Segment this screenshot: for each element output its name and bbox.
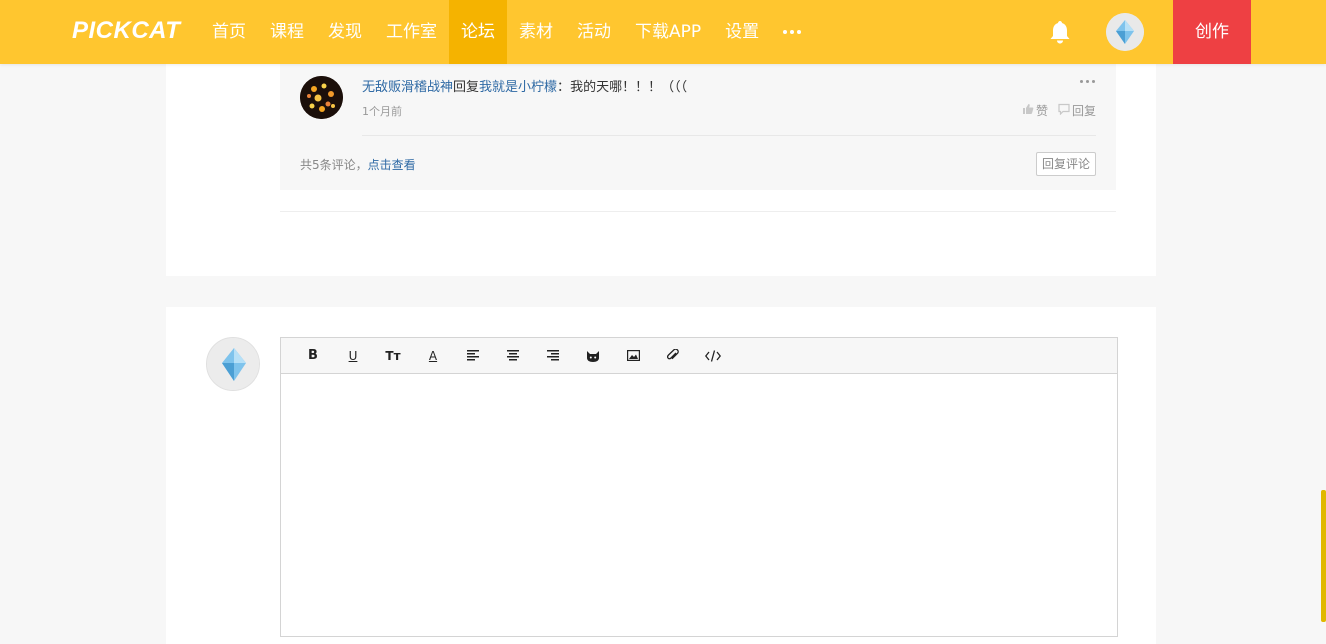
nav-item-studio[interactable]: 工作室 (374, 0, 449, 64)
nav-item-home[interactable]: 首页 (200, 0, 258, 64)
attachment-icon[interactable] (653, 338, 693, 374)
comment-editor-panel: B U Tт A (166, 307, 1156, 644)
cat-emoji-icon[interactable] (573, 338, 613, 374)
nav-item-discover[interactable]: 发现 (316, 0, 374, 64)
code-icon[interactable] (693, 338, 733, 374)
editor-toolbar: B U Tт A (281, 338, 1117, 374)
reply-actions: 赞 回复 (1022, 102, 1096, 119)
top-navigation-bar: PICKCAT 首页 课程 发现 工作室 论坛 素材 活动 下载APP 设置 创… (0, 0, 1326, 64)
reply-content-line: 无敌贩滑稽战神回复我就是小柠檬：我的天哪！！！（（（ (362, 76, 687, 95)
page-scrollbar-thumb[interactable] (1321, 490, 1326, 622)
user-avatar[interactable] (1106, 13, 1144, 51)
bold-icon[interactable]: B (293, 338, 333, 374)
notification-bell-icon[interactable] (1046, 18, 1074, 46)
reply-more-icon[interactable] (1078, 80, 1096, 83)
reply-comment-button[interactable]: 回复评论 (1036, 152, 1096, 176)
comment-count: 共5条评论，点击查看 (300, 156, 416, 173)
nav-item-forum[interactable]: 论坛 (449, 0, 507, 64)
underline-icon[interactable]: U (333, 338, 373, 374)
font-color-icon[interactable]: A (413, 338, 453, 374)
reply-author-avatar[interactable] (300, 76, 343, 119)
create-button[interactable]: 创作 (1173, 0, 1251, 64)
nav-item-download-app[interactable]: 下载APP (623, 0, 713, 64)
like-button[interactable]: 赞 (1022, 102, 1048, 119)
nav-item-courses[interactable]: 课程 (258, 0, 316, 64)
main-nav: 首页 课程 发现 工作室 论坛 素材 活动 下载APP 设置 (200, 0, 812, 64)
editor-text-area[interactable] (281, 374, 1117, 636)
nav-item-materials[interactable]: 素材 (507, 0, 565, 64)
reply-timestamp: 1个月前 (362, 105, 402, 118)
reply-divider (362, 135, 1096, 136)
align-right-icon[interactable] (533, 338, 573, 374)
current-user-avatar (206, 337, 260, 391)
align-center-icon[interactable] (493, 338, 533, 374)
view-all-comments-link[interactable]: 点击查看 (368, 158, 416, 172)
nav-item-settings[interactable]: 设置 (713, 0, 771, 64)
section-divider (280, 211, 1116, 212)
rich-text-editor: B U Tт A (280, 337, 1118, 637)
comment-count-text: 共5条评论， (300, 158, 368, 172)
reply-button[interactable]: 回复 (1058, 102, 1096, 119)
reply-colon: ： (557, 80, 571, 95)
pickcat-logo[interactable]: PICKCAT (72, 17, 180, 45)
thumbs-up-icon (1022, 103, 1034, 118)
reply-thread: 无敌贩滑稽战神回复我就是小柠檬：我的天哪！！！（（（ 1个月前 赞 回复 共5条… (280, 56, 1116, 190)
more-icon[interactable] (771, 0, 812, 64)
align-left-icon[interactable] (453, 338, 493, 374)
image-icon[interactable] (613, 338, 653, 374)
comment-bubble-icon (1058, 103, 1070, 118)
reply-verb: 回复 (453, 80, 480, 95)
nav-item-events[interactable]: 活动 (565, 0, 623, 64)
text-size-icon[interactable]: Tт (373, 338, 413, 374)
reply-text: 我的天哪！！！（（（ (570, 80, 688, 95)
reply-author-link[interactable]: 无敌贩滑稽战神 (362, 80, 453, 95)
reply-target-link[interactable]: 我就是小柠檬 (479, 80, 557, 95)
